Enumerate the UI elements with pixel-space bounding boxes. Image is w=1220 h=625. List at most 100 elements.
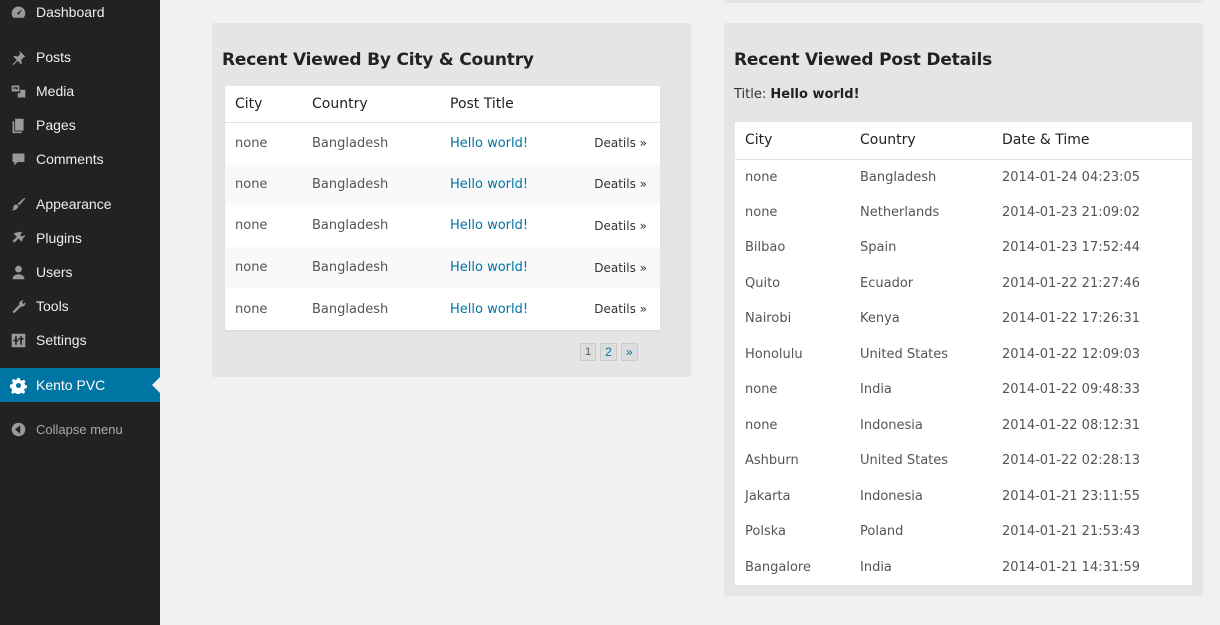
post-title-value: Hello world!	[770, 87, 860, 102]
page-2-button[interactable]: 2	[600, 343, 617, 361]
cell-datetime: 2014-01-22 02:28:13	[1002, 453, 1141, 469]
cell-datetime: 2014-01-21 23:11:55	[1002, 488, 1141, 504]
post-details-panel: Recent Viewed Post Details Title: Hello …	[724, 23, 1203, 596]
cell-datetime: 2014-01-21 21:53:43	[1002, 524, 1141, 540]
panel-title: Recent Viewed Post Details	[734, 50, 993, 70]
cell-city: Nairobi	[745, 311, 792, 327]
cell-datetime: 2014-01-23 21:09:02	[1002, 204, 1141, 220]
sidebar-item-plugins[interactable]: Plugins	[0, 221, 160, 255]
sidebar-item-posts[interactable]: Posts	[0, 40, 160, 74]
details-link[interactable]: Deatils »	[570, 164, 660, 206]
cell-city: none	[745, 169, 778, 185]
cell-country: Kenya	[860, 311, 900, 327]
cell-city: Honolulu	[745, 346, 803, 362]
column-header-post-title: Post Title	[450, 95, 514, 112]
sidebar-item-label: Appearance	[36, 196, 112, 212]
sidebar-item-label: Pages	[36, 117, 76, 133]
cell-country: Bangladesh	[860, 169, 937, 185]
details-link[interactable]: Deatils »	[570, 247, 660, 289]
admin-sidebar: Dashboard Posts Media Pages Comments App…	[0, 0, 160, 625]
cell-city: none	[235, 260, 268, 276]
next-page-button[interactable]: »	[620, 343, 638, 361]
sidebar-item-media[interactable]: Media	[0, 74, 160, 108]
city-country-table: City Country Post Title none Bangladesh …	[225, 86, 660, 330]
column-header-country: Country	[312, 95, 368, 112]
comment-icon	[0, 151, 36, 168]
table-row: Jakarta Indonesia 2014-01-21 23:11:55	[735, 479, 1192, 515]
details-link[interactable]: Deatils »	[570, 288, 660, 330]
cell-country: Bangladesh	[312, 176, 389, 192]
table-row: none India 2014-01-22 09:48:33	[735, 372, 1192, 408]
post-details-table: City Country Date & Time none Bangladesh 2…	[735, 122, 1192, 585]
cell-datetime: 2014-01-24 04:23:05	[1002, 169, 1141, 185]
wrench-icon	[0, 298, 36, 315]
details-link[interactable]: Deatils »	[570, 122, 660, 164]
sidebar-item-label: Dashboard	[36, 4, 105, 20]
cell-datetime: 2014-01-22 09:48:33	[1002, 382, 1141, 398]
cell-country: United States	[860, 346, 949, 362]
table-row: Honolulu United States 2014-01-22 12:09:03	[735, 337, 1192, 373]
cell-datetime: 2014-01-22 17:26:31	[1002, 311, 1141, 327]
cell-country: United States	[860, 453, 949, 469]
cell-city: none	[235, 301, 268, 317]
cell-city: Bangalore	[745, 559, 811, 575]
post-title-link[interactable]: Hello world!	[440, 288, 570, 330]
post-title-line: Title: Hello world!	[734, 87, 860, 102]
sidebar-item-settings[interactable]: Settings	[0, 323, 160, 357]
sidebar-item-label: Posts	[36, 49, 72, 65]
column-header-city: City	[745, 132, 773, 149]
post-title-link[interactable]: Hello world!	[440, 247, 570, 289]
column-header-datetime: Date & Time	[1002, 132, 1090, 149]
sidebar-item-label: Settings	[36, 332, 87, 348]
sidebar-item-comments[interactable]: Comments	[0, 142, 160, 176]
collapse-menu-button[interactable]: Collapse menu	[0, 412, 160, 446]
table-row: Ashburn United States 2014-01-22 02:28:13	[735, 443, 1192, 479]
sidebar-item-pages[interactable]: Pages	[0, 108, 160, 142]
table-row: Quito Ecuador 2014-01-22 21:27:46	[735, 266, 1192, 302]
cell-city: Jakarta	[745, 488, 791, 504]
table-row: Nairobi Kenya 2014-01-22 17:26:31	[735, 301, 1192, 337]
cell-city: none	[745, 204, 778, 220]
cell-country: Bangladesh	[312, 301, 389, 317]
cell-datetime: 2014-01-23 17:52:44	[1002, 240, 1141, 256]
table-row: none Indonesia 2014-01-22 08:12:31	[735, 408, 1192, 444]
cell-city: none	[745, 417, 778, 433]
cell-city: none	[235, 135, 268, 151]
table-header-row: City Country Post Title	[225, 86, 660, 122]
table-row: none Bangladesh Hello world! Deatils »	[225, 288, 660, 330]
details-link[interactable]: Deatils »	[570, 205, 660, 247]
sidebar-item-dashboard[interactable]: Dashboard	[0, 0, 160, 29]
cell-country: Poland	[860, 524, 904, 540]
table-row: none Bangladesh Hello world! Deatils »	[225, 205, 660, 247]
table-row: Polska Poland 2014-01-21 21:53:43	[735, 514, 1192, 550]
table-header-row: City Country Date & Time	[735, 122, 1192, 159]
post-title-link[interactable]: Hello world!	[440, 164, 570, 206]
column-header-country: Country	[860, 132, 916, 149]
sidebar-item-appearance[interactable]: Appearance	[0, 187, 160, 221]
cell-city: none	[235, 176, 268, 192]
table-row: none Bangladesh Hello world! Deatils »	[225, 246, 660, 289]
cell-city: Ashburn	[745, 453, 799, 469]
post-title-link[interactable]: Hello world!	[440, 205, 570, 247]
sidebar-item-label: Kento PVC	[36, 377, 106, 393]
sidebar-item-users[interactable]: Users	[0, 255, 160, 289]
cell-datetime: 2014-01-21 14:31:59	[1002, 559, 1141, 575]
cell-datetime: 2014-01-22 21:27:46	[1002, 275, 1141, 291]
table-row: none Bangladesh Hello world! Deatils »	[225, 122, 660, 164]
post-title-label: Title:	[734, 87, 767, 102]
page-1-button[interactable]: 1	[580, 343, 597, 361]
cell-city: none	[235, 218, 268, 234]
collapse-menu-label: Collapse menu	[36, 421, 123, 437]
dashboard-icon	[0, 4, 36, 21]
pagination: 1 2 »	[580, 343, 638, 361]
sidebar-item-kento-pvc[interactable]: Kento PVC	[0, 368, 160, 402]
sidebar-item-tools[interactable]: Tools	[0, 289, 160, 323]
user-icon	[0, 264, 36, 281]
cell-city: Polska	[745, 524, 786, 540]
post-title-link[interactable]: Hello world!	[440, 122, 570, 164]
gear-icon	[0, 377, 36, 394]
panel-title: Recent Viewed By City & Country	[222, 50, 534, 70]
cell-country: Ecuador	[860, 275, 914, 291]
cell-country: Bangladesh	[312, 135, 389, 151]
cell-country: Bangladesh	[312, 260, 389, 276]
